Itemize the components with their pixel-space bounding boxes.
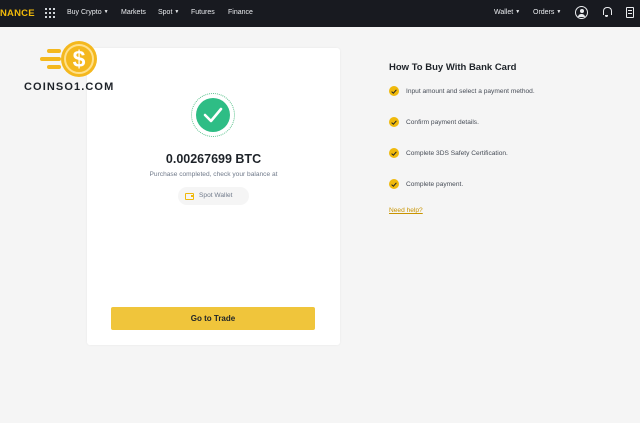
success-check-icon <box>191 93 235 137</box>
apps-grid-icon[interactable] <box>45 8 55 18</box>
go-to-trade-button[interactable]: Go to Trade <box>111 307 315 330</box>
top-navigation-bar: NANCE Buy Crypto ▼ Markets Spot ▼ Futures … <box>0 0 640 27</box>
chevron-down-icon: ▼ <box>174 9 180 15</box>
need-help-link[interactable]: Need help? <box>389 207 423 214</box>
watermark-text: COINSO1.COM <box>24 81 115 93</box>
spot-wallet-button[interactable]: Spot Wallet <box>178 187 249 205</box>
step-check-icon <box>389 179 399 189</box>
step-check-icon <box>389 86 399 96</box>
nav-finance[interactable]: Finance <box>228 9 253 16</box>
user-account-icon[interactable] <box>575 6 588 19</box>
downloads-document-icon[interactable] <box>626 7 634 18</box>
how-to-buy-title: How To Buy With Bank Card <box>389 62 517 73</box>
step-label: Complete payment. <box>406 181 464 188</box>
brand-logo-text[interactable]: NANCE <box>0 8 35 19</box>
nav-spot[interactable]: Spot ▼ <box>158 9 179 16</box>
nav-orders[interactable]: Orders ▼ <box>533 9 561 16</box>
nav-futures[interactable]: Futures <box>191 9 215 16</box>
step-label: Confirm payment details. <box>406 119 479 126</box>
step-check-icon <box>389 148 399 158</box>
coin-speed-icon: $ <box>40 41 97 77</box>
purchase-result-card: 0.00267699 BTC Purchase completed, check… <box>87 48 340 345</box>
spot-wallet-label: Spot Wallet <box>199 192 233 199</box>
nav-wallet[interactable]: Wallet ▼ <box>494 9 520 16</box>
purchased-amount: 0.00267699 BTC <box>165 152 262 166</box>
step-check-icon <box>389 117 399 127</box>
chevron-down-icon: ▼ <box>103 9 109 15</box>
nav-markets[interactable]: Markets <box>121 9 146 16</box>
chevron-down-icon: ▼ <box>515 9 521 15</box>
notification-bell-icon[interactable] <box>602 7 612 17</box>
how-to-buy-panel: How To Buy With Bank Card Input amount a… <box>389 62 589 214</box>
watermark-logo: $ COINSO1.COM <box>21 40 121 95</box>
chevron-down-icon: ▼ <box>556 9 562 15</box>
step-label: Complete 3DS Safety Certification. <box>406 150 508 157</box>
step-label: Input amount and select a payment method… <box>406 88 535 95</box>
wallet-icon <box>185 192 194 200</box>
svg-text:$: $ <box>73 46 86 72</box>
nav-buy-crypto[interactable]: Buy Crypto ▼ <box>67 9 109 16</box>
purchase-complete-message: Purchase completed, check your balance a… <box>149 171 278 178</box>
